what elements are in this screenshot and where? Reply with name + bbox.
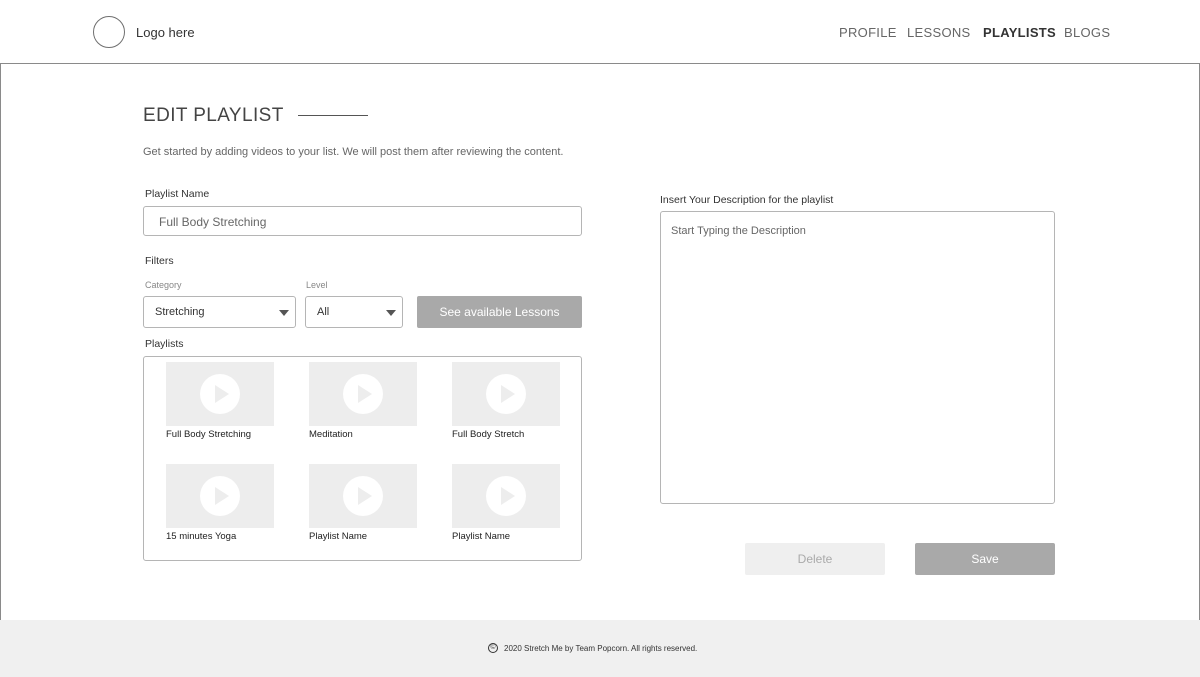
playlist-name-value: Full Body Stretching	[159, 215, 267, 229]
nav-blogs[interactable]: BLOGS	[1064, 25, 1110, 40]
description-placeholder: Start Typing the Description	[671, 225, 806, 237]
level-value: All	[317, 306, 330, 318]
play-icon	[200, 476, 240, 516]
playlist-item-label: Playlist Name	[452, 531, 511, 542]
playlists-grid: Full Body Stretching Meditation Full Bod…	[143, 356, 582, 561]
page-title: EDIT PLAYLIST	[143, 105, 284, 126]
nav-profile[interactable]: PROFILE	[839, 25, 897, 40]
chevron-down-icon	[279, 310, 289, 316]
playlist-name-input[interactable]: Full Body Stretching	[143, 206, 582, 236]
playlist-thumbnail[interactable]	[309, 464, 417, 528]
footer-copyright-text: 2020 Stretch Me by Team Popcorn. All rig…	[504, 644, 698, 653]
level-label: Level	[306, 280, 328, 290]
play-icon	[343, 476, 383, 516]
see-available-lessons-button[interactable]: See available Lessons	[417, 296, 582, 328]
playlist-thumbnail[interactable]	[309, 362, 417, 426]
playlist-thumbnail[interactable]	[452, 464, 560, 528]
copyright-icon: ©	[488, 643, 498, 653]
playlist-item-label: Meditation	[309, 429, 353, 440]
playlist-item-label: Playlist Name	[309, 531, 368, 542]
footer: © 2020 Stretch Me by Team Popcorn. All r…	[0, 620, 1200, 677]
playlist-thumbnail[interactable]	[166, 464, 274, 528]
playlists-label: Playlists	[145, 338, 184, 350]
delete-button[interactable]: Delete	[745, 543, 885, 575]
play-icon	[486, 476, 526, 516]
level-select[interactable]: All	[305, 296, 403, 328]
playlist-thumbnail[interactable]	[452, 362, 560, 426]
description-label: Insert Your Description for the playlist	[660, 194, 834, 206]
page-subtitle: Get started by adding videos to your lis…	[143, 146, 564, 158]
playlist-item-label: 15 minutes Yoga	[166, 531, 237, 542]
logo-text[interactable]: Logo here	[136, 25, 195, 40]
playlist-name-label: Playlist Name	[145, 188, 210, 200]
play-icon	[343, 374, 383, 414]
logo-icon[interactable]	[93, 16, 125, 48]
category-value: Stretching	[155, 306, 205, 318]
playlist-item-label: Full Body Stretching	[166, 429, 252, 440]
category-select[interactable]: Stretching	[143, 296, 296, 328]
title-divider	[298, 115, 368, 116]
chevron-down-icon	[386, 310, 396, 316]
nav-lessons[interactable]: LESSONS	[907, 25, 971, 40]
top-header: Logo here PROFILE LESSONS PLAYLISTS BLOG…	[0, 0, 1200, 64]
description-textarea[interactable]: Start Typing the Description	[660, 211, 1055, 504]
playlist-thumbnail[interactable]	[166, 362, 274, 426]
filters-label: Filters	[145, 255, 174, 267]
play-icon	[486, 374, 526, 414]
play-icon	[200, 374, 240, 414]
save-button[interactable]: Save	[915, 543, 1055, 575]
playlist-item-label: Full Body Stretch	[452, 429, 525, 440]
nav-playlists[interactable]: PLAYLISTS	[983, 25, 1056, 40]
category-label: Category	[145, 280, 182, 290]
